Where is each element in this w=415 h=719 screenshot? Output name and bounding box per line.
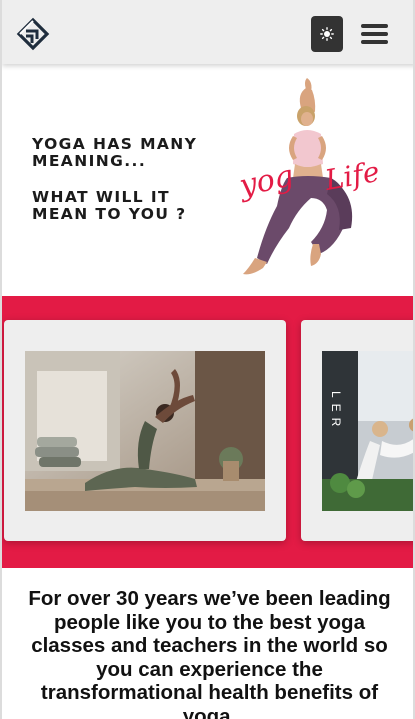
hero-headline: YOGA HAS MANY MEANING... WHAT WILL IT ME… <box>32 136 222 223</box>
theme-toggle-button[interactable] <box>311 16 343 52</box>
hero-section: YOGA HAS MANY MEANING... WHAT WILL IT ME… <box>2 64 413 296</box>
carousel-band: LER <box>2 296 413 568</box>
hero-headline-line-1: YOGA HAS MANY MEANING... <box>32 135 198 170</box>
carousel-card[interactable] <box>4 320 286 541</box>
brand-logo-icon[interactable] <box>16 17 50 51</box>
top-header <box>2 0 413 64</box>
studio-sign-text: LER <box>329 391 343 432</box>
about-text: For over 30 years we’ve been leading peo… <box>28 587 391 719</box>
yoga-woman-illustration: yog Life <box>234 78 382 275</box>
sun-icon <box>320 27 334 41</box>
script-word-life: Life <box>322 155 382 197</box>
hamburger-menu-icon[interactable] <box>361 24 388 44</box>
page: YOGA HAS MANY MEANING... WHAT WILL IT ME… <box>0 0 415 719</box>
yoga-class-studio-photo: LER <box>322 351 413 511</box>
hero-headline-line-2: WHAT WILL IT MEAN TO YOU ? <box>32 188 187 223</box>
woman-yoga-pigeon-pose-photo <box>25 351 265 511</box>
carousel-card[interactable]: LER <box>301 320 413 541</box>
